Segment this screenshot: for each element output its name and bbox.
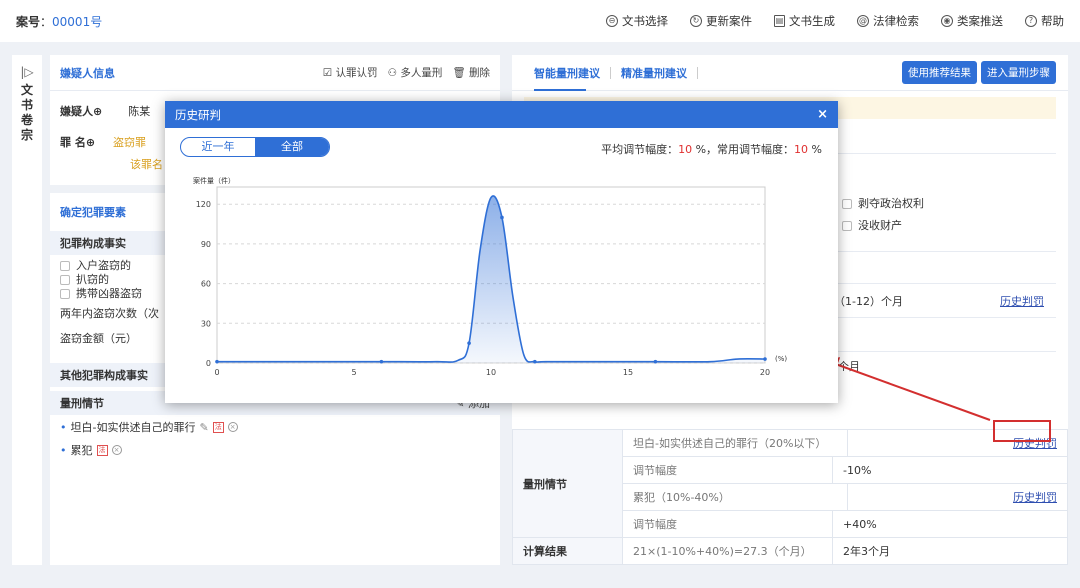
adjust-stats: 平均调节幅度：10 %，常用调节幅度：10 % [601, 143, 822, 156]
y-tick-label: 120 [196, 200, 211, 209]
history-chart: 0 30 60 90 120 0 5 10 15 20 案件量（件） (%) [193, 176, 787, 377]
x-tick-label: 20 [760, 368, 770, 377]
data-point [653, 359, 658, 364]
x-tick-label: 10 [486, 368, 496, 377]
x-axis-label: (%) [775, 355, 787, 363]
y-axis-label: 案件量（件） [193, 176, 235, 185]
toggle-all[interactable]: 全部 [255, 138, 329, 156]
data-point [215, 359, 219, 364]
series-area [217, 195, 765, 363]
data-point [379, 359, 384, 364]
data-point [467, 341, 471, 345]
x-tick-label: 5 [351, 368, 356, 377]
y-tick-label: 0 [206, 359, 211, 368]
range-toggle: 近一年 全部 [180, 137, 330, 157]
close-icon[interactable]: × [817, 107, 828, 122]
data-point [533, 359, 537, 364]
history-analysis-modal: 历史研判 × 近一年 全部 平均调节幅度：10 %，常用调节幅度：10 % 0 3… [165, 101, 838, 403]
y-tick-label: 60 [201, 280, 211, 289]
y-tick-label: 90 [201, 240, 211, 249]
data-point [763, 357, 767, 361]
x-tick-label: 15 [623, 368, 633, 377]
x-tick-label: 0 [214, 368, 219, 377]
toggle-recent-year[interactable]: 近一年 [181, 138, 255, 156]
y-tick-label: 30 [201, 319, 211, 328]
data-point [500, 215, 504, 220]
history-judgment-highlight [993, 420, 1051, 442]
modal-title: 历史研判 [175, 107, 221, 122]
modal-header: 历史研判 × [165, 101, 838, 128]
